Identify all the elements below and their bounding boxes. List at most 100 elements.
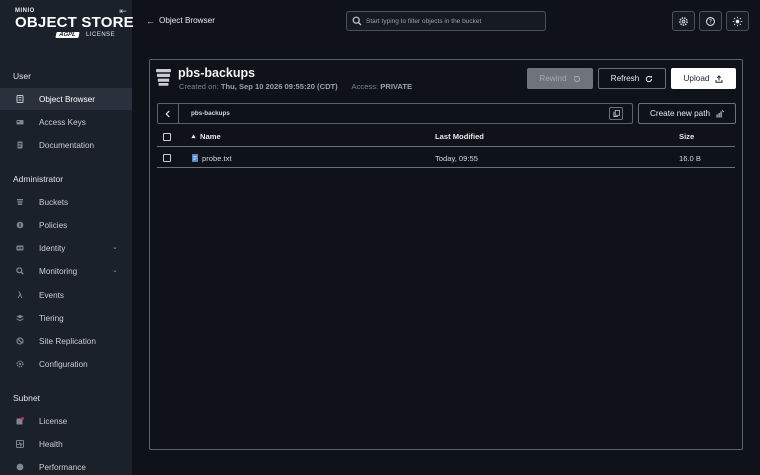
section-title-administrator: Administrator — [13, 174, 64, 184]
logo-agpl-badge: AGPL — [55, 32, 80, 38]
select-all-checkbox[interactable] — [163, 133, 171, 141]
sidebar-item-label: License — [39, 416, 68, 426]
site-replication-icon — [16, 337, 24, 345]
sidebar-item-label: Site Replication — [39, 336, 96, 346]
sidebar-item-policies[interactable]: Policies — [0, 214, 132, 236]
page-title: Object Browser — [159, 16, 215, 25]
lambda-icon: λ — [17, 290, 23, 300]
monitoring-icon — [16, 267, 24, 275]
sidebar-item-documentation[interactable]: Documentation — [0, 134, 132, 156]
help-button[interactable]: ? — [699, 11, 722, 31]
sidebar-item-label: Object Browser — [39, 94, 95, 104]
sidebar: MINIO OBJECT STORE AGPL LICENSE ⇤ User O… — [0, 0, 134, 475]
sidebar-item-buckets[interactable]: Buckets — [0, 191, 132, 213]
sidebar-item-label: Monitoring — [39, 266, 78, 276]
path-bar: pbs-backups — [157, 103, 633, 124]
create-new-path-button[interactable]: Create new path — [638, 103, 736, 124]
upload-label: Upload — [683, 74, 710, 83]
search-input[interactable] — [366, 14, 541, 28]
sidebar-item-label: Tiering — [39, 313, 64, 323]
sidebar-item-configuration[interactable]: Configuration — [0, 353, 132, 375]
new-path-icon — [716, 109, 725, 117]
sidebar-item-label: Identity — [39, 243, 66, 253]
path-back-button[interactable] — [158, 104, 179, 123]
identity-icon — [16, 244, 24, 252]
section-title-subnet: Subnet — [13, 393, 40, 403]
bucket-icon — [156, 69, 171, 86]
current-path: pbs-backups — [191, 110, 230, 117]
sidebar-item-events[interactable]: λ Events — [0, 284, 132, 306]
file-size: 16.0 B — [679, 154, 701, 163]
sidebar-item-license[interactable]: License — [0, 410, 132, 432]
help-icon: ? — [706, 16, 715, 26]
logo-license-text: LICENSE — [86, 32, 116, 38]
table-row[interactable]: probe.txt Today, 09:55 16.0 B — [157, 148, 735, 168]
sidebar-item-tiering[interactable]: Tiering — [0, 307, 132, 329]
refresh-button[interactable]: Refresh — [598, 68, 666, 89]
create-new-path-label: Create new path — [649, 109, 711, 118]
svg-text:?: ? — [709, 18, 712, 25]
column-header-name[interactable]: Name — [200, 132, 221, 141]
rewind-icon — [573, 75, 580, 82]
sort-ascending-icon[interactable] — [191, 134, 196, 139]
logo-product-text: OBJECT STORE — [15, 14, 134, 31]
sidebar-item-site-replication[interactable]: Site Replication — [0, 330, 132, 352]
file-icon — [192, 154, 198, 162]
sidebar-item-label: Buckets — [39, 197, 69, 207]
buckets-icon — [16, 198, 24, 206]
column-header-size[interactable]: Size — [679, 132, 694, 141]
created-label: Created on: — [179, 82, 219, 91]
copy-icon — [612, 110, 620, 117]
sidebar-item-label: Performance — [39, 462, 86, 472]
sidebar-item-health[interactable]: Health — [0, 433, 132, 455]
refresh-icon — [646, 75, 653, 82]
access-label: Access: — [351, 82, 379, 91]
sidebar-item-label: Documentation — [39, 140, 95, 150]
policies-icon — [16, 221, 24, 229]
collapse-sidebar-icon[interactable]: ⇤ — [118, 6, 128, 16]
gear-icon — [16, 360, 24, 368]
sidebar-item-access-keys[interactable]: Access Keys — [0, 111, 132, 133]
search-icon — [352, 16, 362, 26]
chevron-left-icon — [165, 110, 170, 117]
sidebar-item-label: Configuration — [39, 359, 88, 369]
theme-toggle-button[interactable] — [726, 11, 749, 31]
upload-button[interactable]: Upload — [671, 68, 736, 89]
upload-icon — [715, 74, 723, 83]
settings-icon — [679, 16, 688, 26]
column-header-last-modified[interactable]: Last Modified — [435, 132, 484, 141]
rewind-button[interactable]: Rewind — [527, 68, 593, 89]
bucket-name: pbs-backups — [178, 66, 256, 80]
refresh-label: Refresh — [610, 74, 640, 83]
minio-logo[interactable]: MINIO OBJECT STORE AGPL LICENSE — [13, 7, 134, 43]
sidebar-item-label: Access Keys — [39, 117, 86, 127]
file-name[interactable]: probe.txt — [202, 154, 232, 163]
table-header: Name Last Modified Size — [157, 127, 735, 147]
rewind-label: Rewind — [539, 74, 567, 83]
documentation-icon — [16, 141, 24, 149]
sidebar-item-label: Health — [39, 439, 63, 449]
section-title-user: User — [13, 71, 31, 81]
sidebar-item-monitoring[interactable]: Monitoring ⌄ — [0, 260, 132, 282]
access-keys-icon — [16, 118, 24, 126]
sidebar-item-label: Events — [39, 290, 65, 300]
performance-icon — [16, 463, 24, 471]
chevron-down-icon[interactable]: ⌄ — [112, 244, 118, 251]
row-checkbox[interactable] — [163, 154, 171, 162]
sidebar-item-object-browser[interactable]: Object Browser — [0, 88, 132, 110]
file-last-modified: Today, 09:55 — [435, 154, 478, 163]
created-date: Thu, Sep 10 2026 09:55:20 (CDT) — [220, 82, 338, 91]
chevron-down-icon[interactable]: ⌄ — [112, 267, 118, 274]
sidebar-item-label: Policies — [39, 220, 68, 230]
access-value: PRIVATE — [380, 82, 413, 91]
search-box[interactable] — [346, 11, 546, 31]
settings-button[interactable] — [672, 11, 695, 31]
tiering-icon — [16, 314, 24, 322]
sidebar-item-performance[interactable]: Performance — [0, 456, 132, 475]
theme-toggle-icon — [732, 16, 743, 26]
copy-path-button[interactable] — [609, 107, 623, 120]
bucket-meta: Created on: Thu, Sep 10 2026 09:55:20 (C… — [179, 82, 412, 91]
sidebar-item-identity[interactable]: Identity ⌄ — [0, 237, 132, 259]
health-icon — [16, 440, 24, 448]
back-arrow-icon[interactable]: ← — [146, 16, 155, 26]
